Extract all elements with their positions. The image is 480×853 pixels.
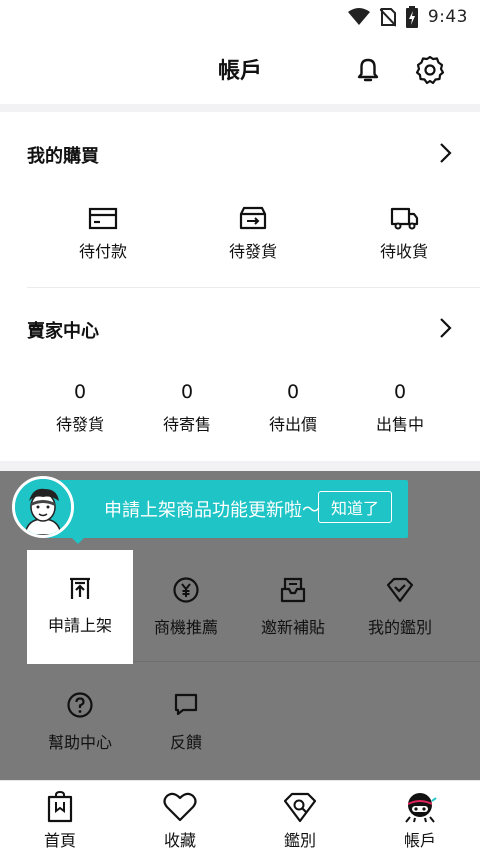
shopping-bag-icon [47,791,73,823]
status-bar: 9:43 [0,0,480,34]
label: 待寄售 [162,415,211,434]
page-title: 帳戶 [217,59,262,84]
diamond-check-icon [386,577,414,603]
got-it-button[interactable]: 知道了 [318,491,392,523]
bell-icon[interactable] [352,54,384,86]
divider [27,287,480,288]
battery-charging-icon [405,6,418,28]
tab-account[interactable]: 帳戶 [370,791,470,851]
help-icon [67,692,93,718]
invite-mail-icon [280,577,306,603]
help-center-button[interactable]: 幫助中心 [27,691,133,753]
invite-subsidy-button[interactable]: 邀新補貼 [240,576,346,638]
label: 待發貨 [55,415,104,434]
seller-pending-consignment[interactable]: 0 待寄售 [147,381,227,435]
pending-payment-button[interactable]: 待付款 [43,206,163,262]
tab-label: 首頁 [43,831,76,850]
seller-pending-shipment[interactable]: 0 待發貨 [40,381,120,435]
status-time: 9:43 [427,7,468,27]
section-gap [0,104,480,112]
purchase-item-label: 待發貨 [228,242,277,261]
section-gap [0,461,480,471]
pending-receipt-button[interactable]: 待收貨 [344,206,464,262]
no-sim-icon [379,8,396,27]
tool-label: 幫助中心 [47,733,112,752]
tool-label: 我的鑑別 [367,618,432,637]
seller-center-title: 賣家中心 [27,321,99,342]
pending-shipment-button[interactable]: 待發貨 [193,206,313,262]
feature-tip: 申請上架商品功能更新啦～ 知道了 [12,476,408,544]
ninja-avatar-icon [405,793,437,823]
tool-label: 申請上架 [47,616,112,635]
tool-label: 邀新補貼 [260,618,325,637]
seller-pending-bid[interactable]: 0 待出價 [253,381,333,435]
diamond-search-icon [283,792,317,823]
chat-icon [174,693,198,716]
bottom-tab-bar: 首頁 收藏 鑑別 帳戶 [0,780,480,853]
seller-on-sale[interactable]: 0 出售中 [360,381,440,435]
purchase-item-label: 待收貨 [379,242,428,261]
gear-icon[interactable] [414,54,446,86]
upload-shelf-icon [70,577,90,599]
truck-icon [390,207,419,230]
count: 0 [286,381,300,403]
tab-label: 帳戶 [403,831,436,850]
label: 出售中 [375,415,424,434]
purchase-item-label: 待付款 [78,242,127,261]
apply-listing-button[interactable]: 申請上架 [27,550,133,664]
box-icon [239,206,267,230]
feedback-button[interactable]: 反饋 [133,691,239,753]
business-recommend-button[interactable]: 商機推薦 [133,576,239,638]
tab-label: 收藏 [163,831,196,850]
count: 0 [180,381,194,403]
mascot-avatar [12,476,74,538]
tip-tail [68,534,88,544]
wifi-icon [347,8,370,25]
card-icon [88,207,118,230]
tab-favorites[interactable]: 收藏 [130,791,230,851]
my-purchases-title: 我的購買 [27,146,99,167]
chevron-right-icon[interactable] [436,317,454,339]
tool-label: 商機推薦 [153,618,218,637]
header: 帳戶 [0,34,480,104]
tab-home[interactable]: 首頁 [10,791,110,851]
my-authentication-button[interactable]: 我的鑑別 [347,576,453,638]
chevron-right-icon[interactable] [436,142,454,164]
tab-label: 鑑別 [283,831,316,850]
yen-coin-icon [173,577,199,603]
label: 待出價 [268,415,317,434]
heart-icon [163,792,197,822]
tool-label: 反饋 [169,733,202,752]
count: 0 [393,381,407,403]
count: 0 [73,381,87,403]
tab-authenticate[interactable]: 鑑別 [250,791,350,851]
tip-text: 申請上架商品功能更新啦～ [104,500,320,521]
